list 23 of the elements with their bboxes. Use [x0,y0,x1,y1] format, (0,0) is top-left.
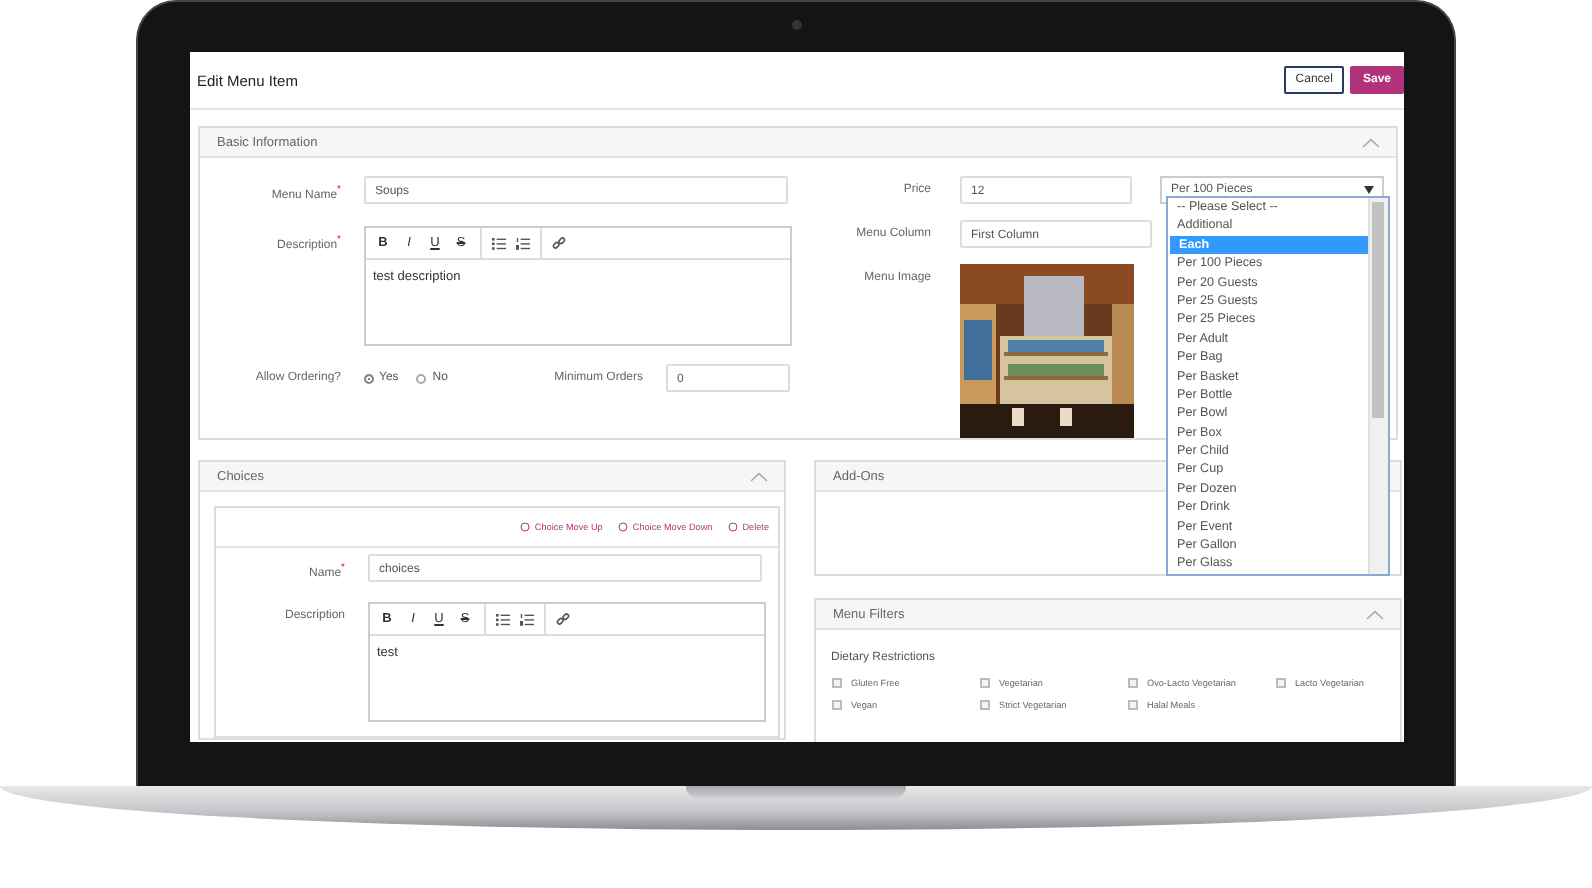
radio-button[interactable] [416,373,427,383]
circle-icon [618,522,629,532]
radio-button[interactable] [363,373,373,383]
chevron-up-icon[interactable] [1365,609,1383,619]
bullet-list-icon[interactable] [491,237,505,249]
checkbox[interactable] [831,678,841,688]
chevron-up-icon[interactable] [749,471,767,481]
link-icon[interactable] [555,612,569,626]
numbered-list-icon[interactable] [519,613,533,625]
camera-dot [791,20,801,30]
checkbox[interactable] [1127,700,1137,710]
checkbox[interactable] [979,700,989,710]
chevron-up-icon[interactable] [1361,137,1379,147]
numbered-list-icon[interactable] [515,237,529,249]
link-icon[interactable] [551,236,565,250]
scrollbar[interactable] [1367,198,1387,574]
checkbox[interactable] [831,700,841,710]
checkbox[interactable] [1275,678,1285,688]
checkbox[interactable] [1127,678,1137,688]
bullet-list-icon[interactable] [495,613,509,625]
circle-icon [520,522,531,532]
circle-icon [728,522,739,532]
checkbox[interactable] [979,678,989,688]
